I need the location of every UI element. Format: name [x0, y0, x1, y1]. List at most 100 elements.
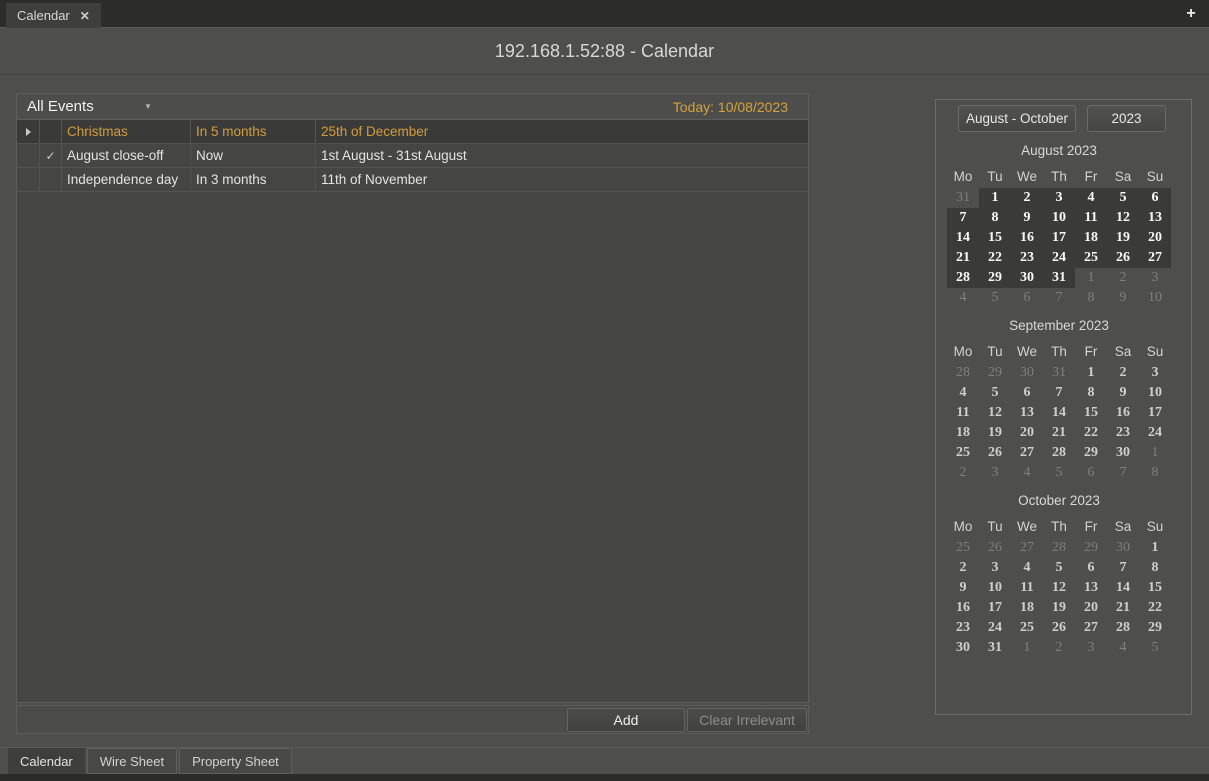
day-cell[interactable]: 21 — [947, 248, 979, 268]
close-icon[interactable]: ✕ — [80, 9, 90, 23]
day-cell[interactable]: 8 — [1139, 558, 1171, 578]
day-cell[interactable]: 29 — [979, 363, 1011, 383]
events-filter-dropdown[interactable]: All Events ▾ — [27, 98, 150, 115]
day-cell[interactable]: 1 — [1139, 538, 1171, 558]
day-cell[interactable]: 14 — [947, 228, 979, 248]
day-cell[interactable]: 27 — [1075, 618, 1107, 638]
tab-property-sheet[interactable]: Property Sheet — [179, 748, 292, 774]
day-cell[interactable]: 31 — [1043, 363, 1075, 383]
day-cell[interactable]: 29 — [979, 268, 1011, 288]
day-cell[interactable]: 6 — [1139, 188, 1171, 208]
day-cell[interactable]: 16 — [1107, 403, 1139, 423]
row-checkbox-cell[interactable]: ✓ — [40, 144, 62, 167]
day-cell[interactable]: 1 — [1075, 268, 1107, 288]
day-cell[interactable]: 17 — [979, 598, 1011, 618]
day-cell[interactable]: 6 — [1011, 288, 1043, 308]
day-cell[interactable]: 15 — [1075, 403, 1107, 423]
row-checkbox-cell[interactable] — [40, 168, 62, 191]
day-cell[interactable]: 7 — [1107, 558, 1139, 578]
day-cell[interactable]: 5 — [1043, 463, 1075, 483]
day-cell[interactable]: 19 — [979, 423, 1011, 443]
day-cell[interactable]: 29 — [1139, 618, 1171, 638]
event-row[interactable]: ✓August close-offNow1st August - 31st Au… — [17, 144, 808, 168]
day-cell[interactable]: 2 — [1107, 363, 1139, 383]
day-cell[interactable]: 1 — [1011, 638, 1043, 658]
day-cell[interactable]: 5 — [1139, 638, 1171, 658]
day-cell[interactable]: 14 — [1043, 403, 1075, 423]
day-cell[interactable]: 7 — [947, 208, 979, 228]
top-tab-calendar[interactable]: Calendar ✕ — [6, 3, 101, 28]
day-cell[interactable]: 6 — [1011, 383, 1043, 403]
day-cell[interactable]: 10 — [1139, 288, 1171, 308]
day-cell[interactable]: 16 — [947, 598, 979, 618]
day-cell[interactable]: 22 — [1139, 598, 1171, 618]
day-cell[interactable]: 2 — [1043, 638, 1075, 658]
add-button[interactable]: Add — [567, 708, 685, 732]
day-cell[interactable]: 10 — [1139, 383, 1171, 403]
day-cell[interactable]: 20 — [1075, 598, 1107, 618]
day-cell[interactable]: 7 — [1043, 288, 1075, 308]
day-cell[interactable]: 10 — [1043, 208, 1075, 228]
day-cell[interactable]: 4 — [1075, 188, 1107, 208]
day-cell[interactable]: 26 — [979, 443, 1011, 463]
day-cell[interactable]: 28 — [947, 363, 979, 383]
day-cell[interactable]: 9 — [1107, 288, 1139, 308]
day-cell[interactable]: 7 — [1107, 463, 1139, 483]
day-cell[interactable]: 10 — [979, 578, 1011, 598]
day-cell[interactable]: 27 — [1011, 443, 1043, 463]
day-cell[interactable]: 4 — [1011, 463, 1043, 483]
day-cell[interactable]: 7 — [1043, 383, 1075, 403]
day-cell[interactable]: 25 — [947, 538, 979, 558]
day-cell[interactable]: 18 — [1011, 598, 1043, 618]
day-cell[interactable]: 27 — [1139, 248, 1171, 268]
day-cell[interactable]: 28 — [1043, 443, 1075, 463]
day-cell[interactable]: 25 — [1011, 618, 1043, 638]
day-cell[interactable]: 15 — [979, 228, 1011, 248]
day-cell[interactable]: 24 — [979, 618, 1011, 638]
day-cell[interactable]: 6 — [1075, 463, 1107, 483]
day-cell[interactable]: 3 — [1139, 268, 1171, 288]
day-cell[interactable]: 31 — [947, 188, 979, 208]
day-cell[interactable]: 20 — [1139, 228, 1171, 248]
day-cell[interactable]: 2 — [1107, 268, 1139, 288]
day-cell[interactable]: 9 — [947, 578, 979, 598]
day-cell[interactable]: 19 — [1107, 228, 1139, 248]
day-cell[interactable]: 30 — [1011, 268, 1043, 288]
day-cell[interactable]: 3 — [1043, 188, 1075, 208]
day-cell[interactable]: 28 — [1107, 618, 1139, 638]
day-cell[interactable]: 3 — [1075, 638, 1107, 658]
day-cell[interactable]: 29 — [1075, 538, 1107, 558]
day-cell[interactable]: 2 — [947, 463, 979, 483]
day-cell[interactable]: 1 — [1075, 363, 1107, 383]
day-cell[interactable]: 30 — [1107, 538, 1139, 558]
day-cell[interactable]: 3 — [1139, 363, 1171, 383]
day-cell[interactable]: 5 — [1107, 188, 1139, 208]
day-cell[interactable]: 5 — [979, 383, 1011, 403]
day-cell[interactable]: 19 — [1043, 598, 1075, 618]
day-cell[interactable]: 12 — [979, 403, 1011, 423]
day-cell[interactable]: 8 — [1075, 288, 1107, 308]
event-row[interactable]: ChristmasIn 5 months25th of December — [17, 120, 808, 144]
day-cell[interactable]: 22 — [979, 248, 1011, 268]
day-cell[interactable]: 9 — [1107, 383, 1139, 403]
day-cell[interactable]: 5 — [979, 288, 1011, 308]
day-cell[interactable]: 21 — [1043, 423, 1075, 443]
day-cell[interactable]: 22 — [1075, 423, 1107, 443]
day-cell[interactable]: 12 — [1043, 578, 1075, 598]
tab-wire-sheet[interactable]: Wire Sheet — [87, 748, 177, 774]
day-cell[interactable]: 23 — [1011, 248, 1043, 268]
day-cell[interactable]: 8 — [979, 208, 1011, 228]
day-cell[interactable]: 14 — [1107, 578, 1139, 598]
day-cell[interactable]: 9 — [1011, 208, 1043, 228]
day-cell[interactable]: 25 — [1075, 248, 1107, 268]
day-cell[interactable]: 24 — [1043, 248, 1075, 268]
year-button[interactable]: 2023 — [1087, 105, 1166, 132]
day-cell[interactable]: 29 — [1075, 443, 1107, 463]
day-cell[interactable]: 11 — [1075, 208, 1107, 228]
day-cell[interactable]: 3 — [979, 463, 1011, 483]
day-cell[interactable]: 25 — [947, 443, 979, 463]
day-cell[interactable]: 6 — [1075, 558, 1107, 578]
day-cell[interactable]: 28 — [1043, 538, 1075, 558]
day-cell[interactable]: 4 — [1107, 638, 1139, 658]
day-cell[interactable]: 30 — [1107, 443, 1139, 463]
